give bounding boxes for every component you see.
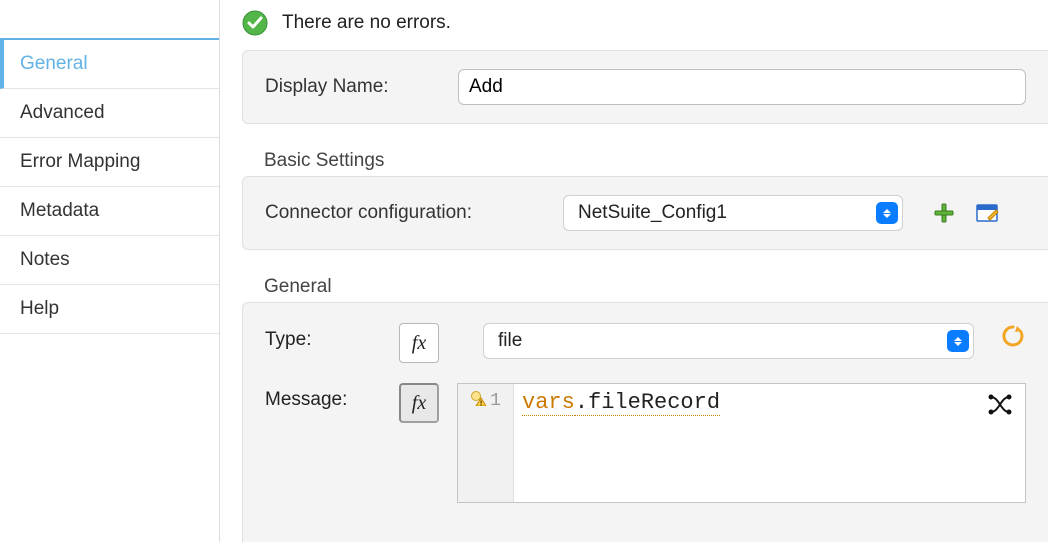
sidebar-item-general[interactable]: General — [0, 38, 219, 89]
edit-config-button[interactable] — [975, 200, 1001, 226]
type-fx-button[interactable]: fx — [399, 323, 439, 363]
sidebar-item-label: Metadata — [20, 200, 99, 221]
dataweave-map-button[interactable] — [985, 390, 1015, 420]
connector-config-label: Connector configuration: — [265, 202, 545, 224]
sidebar-item-error-mapping[interactable]: Error Mapping — [0, 138, 219, 187]
code-token-vars: vars — [522, 390, 575, 416]
chevron-updown-icon — [876, 202, 898, 224]
general-section-title: General — [264, 276, 1048, 298]
message-label: Message: — [265, 383, 385, 411]
display-name-label: Display Name: — [265, 76, 440, 98]
basic-settings-title: Basic Settings — [264, 150, 1048, 172]
refresh-button[interactable] — [1000, 323, 1026, 349]
status-text: There are no errors. — [282, 12, 451, 34]
sidebar-item-label: Notes — [20, 249, 70, 270]
sidebar: General Advanced Error Mapping Metadata … — [0, 0, 220, 542]
code-token-filerecord: .fileRecord — [575, 390, 720, 416]
fx-icon: fx — [412, 332, 426, 355]
sidebar-item-label: Advanced — [20, 102, 105, 123]
sidebar-item-advanced[interactable]: Advanced — [0, 89, 219, 138]
sidebar-item-label: General — [20, 53, 88, 74]
status-row: There are no errors. — [242, 10, 1048, 50]
sidebar-item-notes[interactable]: Notes — [0, 236, 219, 285]
basic-settings-section: Connector configuration: NetSuite_Config… — [242, 176, 1048, 250]
chevron-updown-icon — [947, 330, 969, 352]
connector-config-value: NetSuite_Config1 — [578, 202, 727, 224]
type-select[interactable]: file — [483, 323, 974, 359]
message-editor[interactable]: 1 vars.fileRecord — [457, 383, 1026, 503]
fx-icon: fx — [412, 392, 426, 415]
editor-gutter: 1 — [458, 384, 514, 502]
main-panel: There are no errors. Display Name: Basic… — [220, 0, 1048, 542]
success-icon — [242, 10, 268, 36]
line-number: 1 — [490, 391, 501, 411]
sidebar-item-metadata[interactable]: Metadata — [0, 187, 219, 236]
lightbulb-warning-icon — [470, 388, 486, 413]
message-fx-button[interactable]: fx — [399, 383, 439, 423]
connector-config-select[interactable]: NetSuite_Config1 — [563, 195, 903, 231]
display-name-input[interactable] — [458, 69, 1026, 105]
add-config-button[interactable] — [931, 200, 957, 226]
editor-body[interactable]: vars.fileRecord — [514, 384, 1025, 502]
type-label: Type: — [265, 323, 385, 351]
sidebar-item-help[interactable]: Help — [0, 285, 219, 334]
sidebar-item-label: Help — [20, 298, 59, 319]
sidebar-item-label: Error Mapping — [20, 151, 140, 172]
type-value: file — [498, 330, 522, 352]
display-name-section: Display Name: — [242, 50, 1048, 124]
general-section: Type: fx file — [242, 302, 1048, 542]
